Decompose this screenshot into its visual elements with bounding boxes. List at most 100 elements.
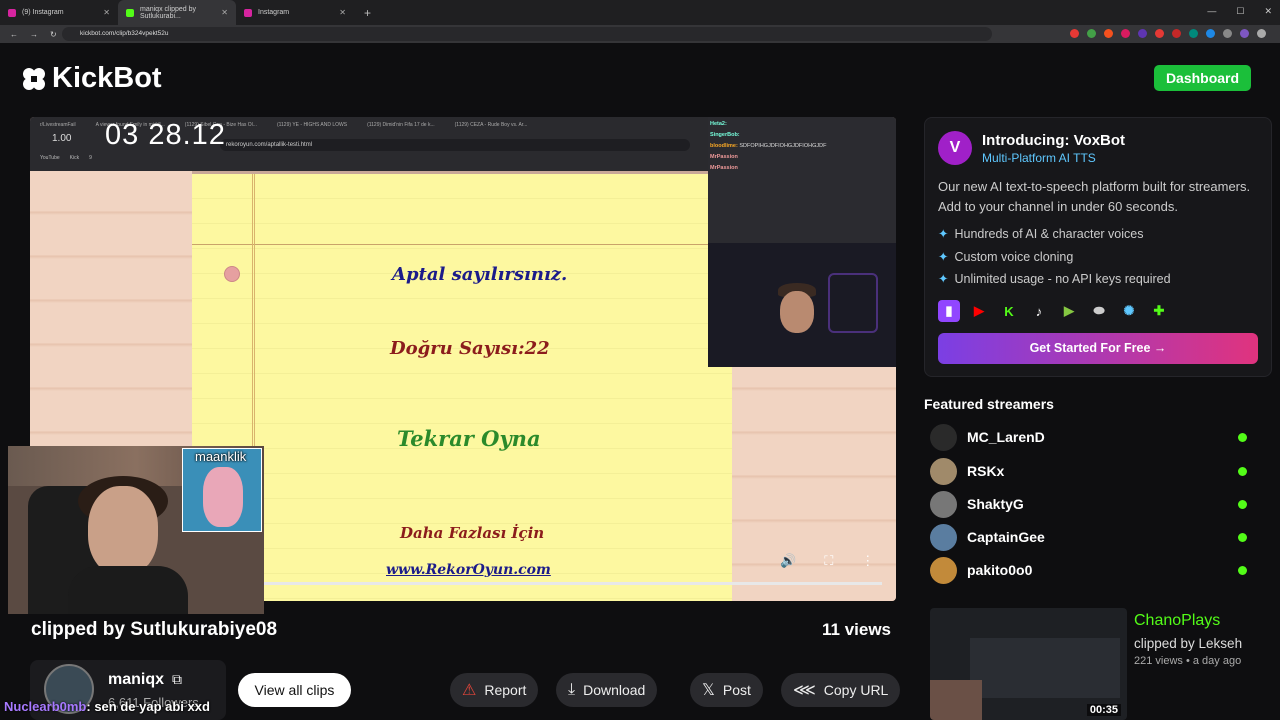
more-options-icon[interactable]: ⋮	[861, 553, 874, 569]
extension-icon[interactable]	[1070, 29, 1079, 38]
featured-streamer[interactable]: pakito0o0	[930, 557, 1260, 585]
extension-icon[interactable]	[1189, 29, 1198, 38]
platform-icons: ▮ ▶ K ♪ ▶ ⬬ ✺ ✚	[938, 300, 1170, 322]
promo-feature: ✦ Custom voice cloning	[938, 249, 1073, 264]
thumbnail-panel	[970, 638, 1120, 698]
extension-icon[interactable]	[1138, 29, 1147, 38]
puzzle-icon: ✚	[1153, 303, 1165, 318]
url-field[interactable]: kickbot.com/clip/b324vpekt52u	[62, 27, 992, 41]
extension-icon[interactable]	[1155, 29, 1164, 38]
avatar	[930, 424, 957, 451]
paper-dot	[224, 266, 240, 282]
window-controls: — ☐ ✕	[1207, 6, 1272, 17]
channel-name[interactable]: maniqx	[108, 671, 164, 689]
view-all-clips-button[interactable]: View all clips	[238, 673, 351, 707]
facecam-head	[88, 486, 158, 576]
promo-title: Introducing: VoxBot	[982, 132, 1126, 149]
live-indicator	[1238, 467, 1247, 476]
close-icon[interactable]: ✕	[103, 8, 110, 17]
neon-sign	[828, 273, 878, 333]
bookmark: Kick	[69, 155, 80, 161]
forward-icon[interactable]: →	[30, 30, 38, 39]
thumbnail-facecam	[930, 680, 982, 720]
menu-icon[interactable]	[1257, 29, 1266, 38]
close-icon[interactable]: ✕	[221, 8, 228, 17]
streamer-name: pakito0o0	[967, 562, 1033, 578]
alert-shape	[203, 467, 243, 527]
feature-text: Unlimited usage - no API keys required	[954, 272, 1171, 286]
avatar	[930, 458, 957, 485]
tiktok-icon: ♪	[1035, 303, 1043, 319]
kickbot-logo[interactable]: KickBot	[20, 62, 162, 95]
avatar	[930, 524, 957, 551]
featured-heading: Featured streamers	[924, 396, 1054, 412]
extension-icon[interactable]	[1172, 29, 1181, 38]
game-replay: Tekrar Oyna	[397, 426, 541, 451]
overlay-chat-text: : sen de yap abi xxd	[86, 699, 210, 714]
overlay-chat-user: Nuclearb0mb	[4, 699, 87, 714]
video-controls: 🔊 ⛶ ⋮	[780, 553, 874, 569]
share-icon: ⋘	[793, 682, 816, 699]
get-started-button[interactable]: Get Started For Free →	[938, 333, 1258, 364]
game-score: Doğru Sayısı:22	[390, 338, 550, 359]
featured-streamer[interactable]: RSKx	[930, 458, 1260, 486]
featured-streamer[interactable]: MC_LarenD	[930, 424, 1260, 452]
chat-message: MrPassion	[710, 163, 894, 174]
instagram-icon	[244, 8, 252, 17]
volume-icon[interactable]: 🔊	[780, 553, 796, 569]
streamer-webcam	[708, 243, 896, 367]
browser-tabbar: (9) Instagram ✕ maniqx clipped by Sutluk…	[0, 0, 1280, 25]
featured-streamer[interactable]: ShaktyG	[930, 491, 1260, 519]
game-result: Aptal sayılırsınız.	[392, 264, 568, 285]
sparkle-icon: ✦	[938, 227, 949, 241]
close-window-icon[interactable]: ✕	[1264, 6, 1272, 17]
maximize-icon[interactable]: ☐	[1236, 6, 1244, 17]
new-tab-icon[interactable]: +	[364, 6, 371, 20]
avatar	[930, 557, 957, 584]
streamer-name: CaptainGee	[967, 529, 1045, 545]
download-label: Download	[583, 682, 646, 698]
rumble-icon: ▶	[1064, 303, 1074, 318]
download-button[interactable]: ⤓ Download	[556, 673, 658, 707]
post-button[interactable]: 𝕏 Post	[690, 673, 763, 707]
back-icon[interactable]: ←	[10, 30, 18, 39]
post-label: Post	[722, 682, 751, 698]
bookmark: 9	[89, 155, 92, 161]
browser-tab-active[interactable]: maniqx clipped by Sutlukurabi... ✕	[118, 0, 236, 25]
puzzle-icon[interactable]	[1223, 29, 1232, 38]
sparkle-icon: ✦	[938, 272, 949, 286]
download-icon: ⤓	[568, 681, 576, 698]
copy-url-button[interactable]: ⋘ Copy URL	[781, 673, 901, 707]
profile-icon[interactable]	[1240, 29, 1249, 38]
minimize-icon[interactable]: —	[1207, 6, 1216, 17]
featured-streamer[interactable]: CaptainGee	[930, 524, 1260, 552]
promo-feature: ✦ Unlimited usage - no API keys required	[938, 271, 1171, 286]
report-button[interactable]: ⚠ Report	[450, 673, 539, 707]
extension-icon[interactable]	[1121, 29, 1130, 38]
live-indicator	[1238, 500, 1247, 509]
external-link-icon[interactable]: ⧉	[172, 671, 182, 688]
youtube-icon: ▶	[974, 303, 984, 318]
video-progress-bar[interactable]	[264, 582, 882, 585]
browser-tab[interactable]: Instagram ✕	[236, 0, 354, 25]
promo-feature: ✦ Hundreds of AI & character voices	[938, 226, 1143, 241]
promo-description: Our new AI text-to-speech platform built…	[938, 179, 1251, 214]
fullscreen-icon[interactable]: ⛶	[824, 553, 833, 569]
browser-tab[interactable]: (9) Instagram ✕	[0, 0, 118, 25]
related-clip-thumbnail[interactable]: 00:35	[930, 608, 1127, 720]
extension-icon[interactable]	[1087, 29, 1096, 38]
reload-icon[interactable]: ↻	[50, 30, 57, 39]
dashboard-button[interactable]: Dashboard	[1154, 65, 1251, 91]
chat-message: MrPassion	[710, 152, 894, 163]
related-clip-streamer[interactable]: ChanoPlays	[1134, 612, 1220, 630]
feature-text: Hundreds of AI & character voices	[954, 227, 1144, 241]
close-icon[interactable]: ✕	[339, 8, 346, 17]
sparkle-icon: ✦	[938, 250, 949, 264]
brand-name: KickBot	[52, 62, 162, 94]
extension-icon[interactable]	[1206, 29, 1215, 38]
streamer-name: MC_LarenD	[967, 429, 1045, 445]
warning-icon: ⚠	[462, 682, 477, 699]
extension-icon[interactable]	[1104, 29, 1113, 38]
party-icon: ✺	[1123, 303, 1135, 318]
feature-text: Custom voice cloning	[954, 250, 1074, 264]
